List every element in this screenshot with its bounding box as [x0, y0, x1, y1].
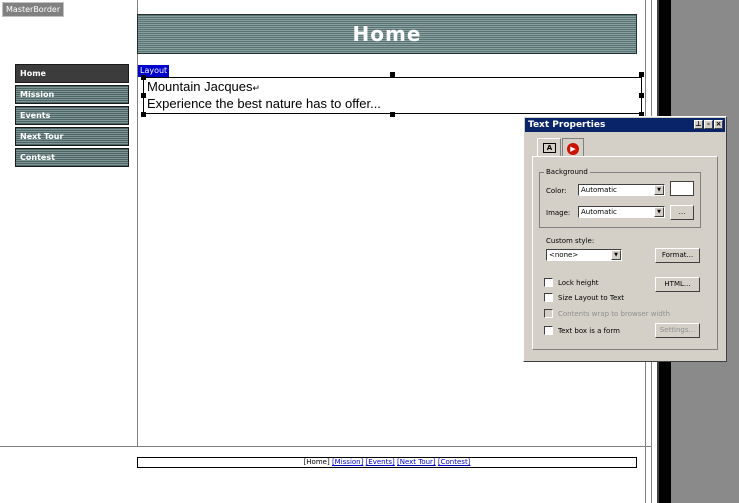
image-label: Image:: [546, 209, 571, 217]
text-properties-dialog: Text Properties ⊥ - × A ▶ Background Col…: [523, 116, 727, 362]
color-swatch[interactable]: [670, 181, 694, 196]
browse-image-button[interactable]: ...: [670, 205, 694, 220]
resize-handle-tr[interactable]: [639, 72, 644, 77]
page-banner[interactable]: Home: [137, 14, 637, 54]
footer-link-contest[interactable]: [Contest]: [438, 458, 471, 466]
master-border-tag: MasterBorder: [2, 2, 65, 17]
color-select-value: Automatic: [581, 186, 617, 194]
custom-style-select[interactable]: <none> ▼: [546, 249, 622, 261]
resize-handle-ml[interactable]: [141, 93, 146, 98]
lock-height-checkbox[interactable]: [544, 278, 553, 287]
resize-handle-tc[interactable]: [390, 72, 395, 77]
color-label: Color:: [546, 187, 567, 195]
border-divider-bottom: [0, 446, 651, 447]
banner-title: Home: [352, 22, 422, 46]
color-select[interactable]: Automatic ▼: [578, 184, 665, 196]
footer-link-next-tour[interactable]: [Next Tour]: [397, 458, 436, 466]
minimize-icon[interactable]: -: [704, 120, 713, 129]
action-circle-icon: ▶: [567, 143, 579, 155]
background-group-label: Background: [544, 168, 590, 176]
text-frame-icon: A: [543, 143, 556, 153]
resize-handle-bl[interactable]: [141, 112, 146, 117]
nav-item-contest[interactable]: Contest: [15, 148, 129, 167]
html-button[interactable]: HTML...: [655, 277, 700, 292]
dialog-window-controls: ⊥ - ×: [694, 120, 723, 129]
contents-wrap-checkbox: [544, 309, 553, 318]
nav-item-mission[interactable]: Mission: [15, 85, 129, 104]
layout-heading[interactable]: Mountain Jacques↵: [147, 79, 260, 96]
contents-wrap-label: Contents wrap to browser width: [558, 310, 671, 318]
nav-item-next-tour[interactable]: Next Tour: [15, 127, 129, 146]
text-box-form-checkbox[interactable]: [544, 326, 553, 335]
nav-bar: Home Mission Events Next Tour Contest: [15, 64, 129, 169]
line-break-icon: ↵: [252, 83, 261, 93]
layout-tagline[interactable]: Experience the best nature has to offer.…: [147, 96, 381, 111]
settings-button: Settings...: [655, 323, 700, 338]
chevron-down-icon[interactable]: ▼: [611, 250, 621, 260]
tab-actions[interactable]: ▶: [562, 138, 584, 156]
text-box-form-label: Text box is a form: [558, 327, 620, 335]
layout-heading-text: Mountain Jacques: [147, 79, 253, 94]
pin-icon[interactable]: ⊥: [694, 120, 703, 129]
dialog-title: Text Properties: [528, 120, 606, 130]
resize-handle-bc[interactable]: [390, 112, 395, 117]
custom-style-label: Custom style:: [546, 237, 595, 245]
size-layout-label: Size Layout to Text: [558, 294, 625, 302]
tab-text[interactable]: A: [537, 138, 561, 156]
custom-style-value: <none>: [549, 251, 579, 259]
chevron-down-icon[interactable]: ▼: [654, 207, 664, 217]
resize-handle-tl[interactable]: [141, 75, 146, 80]
footer-current: [Home]: [303, 458, 330, 466]
image-select[interactable]: Automatic ▼: [578, 206, 665, 218]
size-layout-checkbox[interactable]: [544, 293, 553, 302]
nav-item-home[interactable]: Home: [15, 64, 129, 83]
footer-link-events[interactable]: [Events]: [366, 458, 395, 466]
format-button[interactable]: Format...: [655, 248, 700, 263]
resize-handle-mr[interactable]: [639, 93, 644, 98]
footer-nav: [Home] [Mission] [Events] [Next Tour] [C…: [137, 457, 637, 468]
close-icon[interactable]: ×: [714, 120, 723, 129]
nav-item-events[interactable]: Events: [15, 106, 129, 125]
dialog-title-bar[interactable]: Text Properties ⊥ - ×: [525, 118, 725, 132]
footer-link-mission[interactable]: [Mission]: [332, 458, 363, 466]
image-select-value: Automatic: [581, 208, 617, 216]
chevron-down-icon[interactable]: ▼: [654, 185, 664, 195]
lock-height-label: Lock height: [558, 279, 599, 287]
